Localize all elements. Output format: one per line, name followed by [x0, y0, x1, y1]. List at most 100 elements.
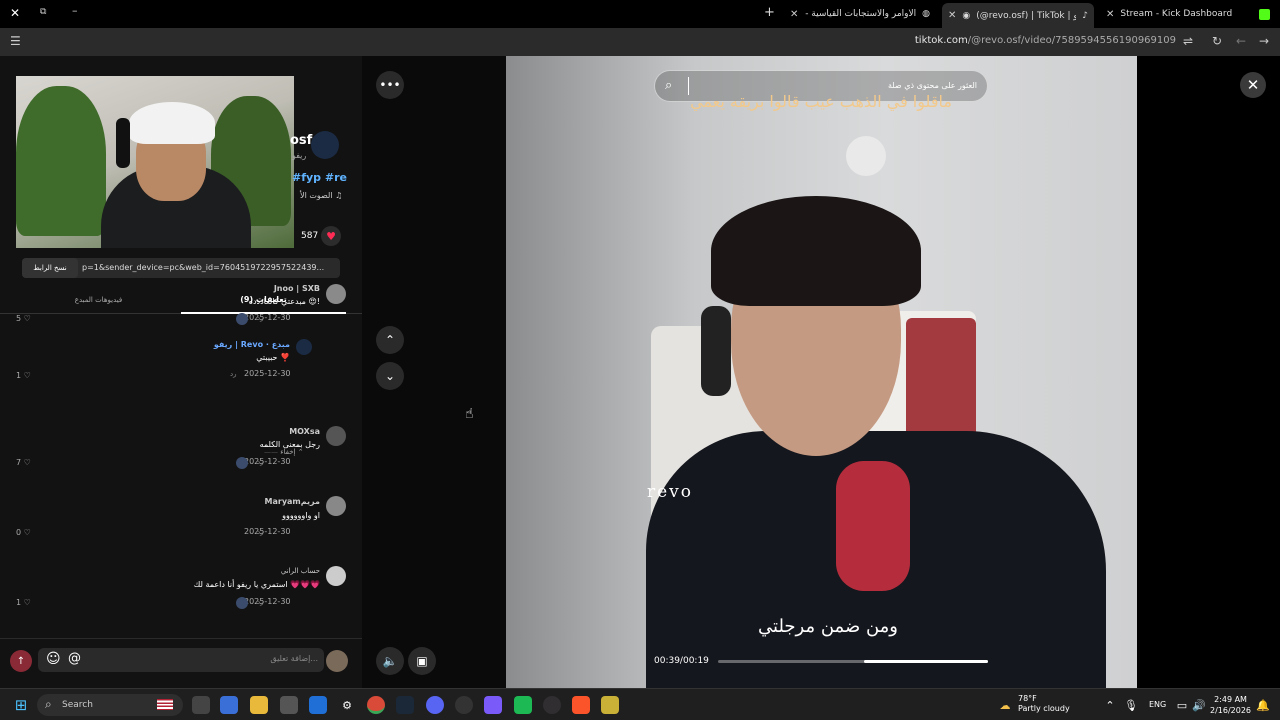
brave-icon[interactable] [572, 696, 590, 714]
like-count: 587 [301, 231, 319, 241]
video-player[interactable]: ⌕ العثور على محتوى ذي صلة ماقلوا في الذه… [506, 56, 1137, 688]
like-button[interactable]: ♥ [321, 226, 341, 246]
reply-button[interactable]: رد [257, 314, 264, 322]
gamepad-icon[interactable] [484, 696, 502, 714]
comments-panel: osf ريفو #fyp #re ♫ الصوت الأ 587 ♥ نسخ … [0, 56, 362, 688]
avatar[interactable] [326, 566, 346, 586]
comment-author[interactable]: Maryamمريم [265, 497, 320, 506]
author-name[interactable]: osf [290, 133, 312, 148]
comment-like-count[interactable]: 7 ♡ [16, 458, 31, 467]
obs-icon[interactable] [543, 696, 561, 714]
comment-item: Jnoo | SXB مبدعتي كالعاددده 😍! 2025-12-3… [0, 278, 362, 338]
forward-icon[interactable]: ← [1236, 34, 1246, 48]
author-nickname: ريفو [292, 151, 307, 160]
chrome-icon[interactable] [367, 696, 385, 714]
kick-icon [1259, 8, 1270, 20]
tab-tiktok[interactable]: ✕ ◉ (@revo.osf) | TikTok | ريفو ♪ [942, 3, 1094, 28]
avatar[interactable] [326, 426, 346, 446]
right-margin [1137, 56, 1280, 688]
comment-author[interactable]: ريفو | Revo · مبدع [214, 340, 290, 349]
comment-author[interactable]: MOXsa [289, 427, 320, 436]
reload-icon[interactable]: ↻ [1212, 34, 1222, 48]
emoji-icon[interactable]: ☺ [46, 651, 61, 667]
language-indicator[interactable]: ENG [1149, 700, 1166, 709]
app-yellow-icon[interactable] [601, 696, 619, 714]
avatar[interactable] [326, 496, 346, 516]
comment-like-count[interactable]: 1 ♡ [16, 598, 31, 607]
taskbar-search[interactable]: ⌕ Search [37, 694, 183, 716]
chevron-up-icon[interactable]: ⌃ [1101, 696, 1119, 714]
search-icon: ⌕ [45, 697, 52, 711]
close-window-icon[interactable]: ✕ [10, 6, 20, 20]
weather-widget[interactable]: 78°F Partly cloudy [1018, 694, 1070, 714]
reply-button[interactable]: رد [257, 458, 264, 466]
outlook-icon[interactable] [309, 696, 327, 714]
clock[interactable]: 2:49 AM 2/16/2026 [1210, 694, 1251, 716]
heart-outline-icon: ♡ [23, 371, 31, 380]
heart-outline-icon: ♡ [23, 458, 31, 467]
url-field[interactable]: tiktok.com/@revo.osf/video/7589594556190… [915, 35, 1176, 46]
reply-button[interactable]: رد [257, 528, 264, 536]
reply-button[interactable]: رد [257, 598, 264, 606]
mini-player-button[interactable]: ▣ [408, 647, 436, 675]
new-tab-icon[interactable]: + [764, 5, 775, 20]
restore-icon[interactable]: ⧉ [40, 7, 46, 17]
site-settings-icon[interactable]: ⇌ [1183, 34, 1193, 48]
next-video-button[interactable]: ⌄ [376, 362, 404, 390]
comment-author[interactable]: حساب الراني [281, 567, 320, 575]
comment-like-count[interactable]: 1 ♡ [16, 371, 31, 380]
more-options-button[interactable]: ••• [376, 71, 404, 99]
comment-input[interactable]: ☺ @ إضافة تعليق... [38, 648, 324, 672]
chevron-down-icon: ⌄ [384, 369, 396, 383]
previous-video-button[interactable]: ⌃ [376, 326, 404, 354]
comment-date: 2025-12-30 [244, 457, 291, 466]
microphone-icon[interactable]: 🎙 [1122, 696, 1140, 714]
menu-icon[interactable]: ☰ [10, 34, 21, 48]
back-icon[interactable]: → [1259, 34, 1269, 48]
store-icon[interactable] [280, 696, 298, 714]
copilot-icon[interactable] [220, 696, 238, 714]
reply-button[interactable]: رد [230, 370, 237, 378]
comment-item: حساب الراني استمري يا ريفو أنا داعمة لك … [0, 562, 362, 622]
close-tab-icon[interactable]: ✕ [1106, 9, 1114, 20]
hashtags[interactable]: #fyp #re [292, 171, 347, 184]
volume-icon[interactable]: 🔊 [1190, 696, 1208, 714]
windows-start-icon[interactable]: ⊞ [12, 696, 30, 714]
comment-like-count[interactable]: 0 ♡ [16, 528, 31, 537]
app-icon[interactable] [455, 696, 473, 714]
weather-desc: Partly cloudy [1018, 704, 1070, 713]
app-green-icon[interactable] [514, 696, 532, 714]
music-label[interactable]: ♫ الصوت الأ [300, 191, 342, 200]
heart-outline-icon: ♡ [23, 314, 31, 323]
steam-icon[interactable] [396, 696, 414, 714]
heart-outline-icon: ♡ [23, 528, 31, 537]
avatar[interactable] [296, 339, 312, 355]
post-comment-button[interactable]: ↑ [10, 650, 32, 672]
tab-search[interactable]: ✕ الأوامر والاستجابات القياسية - بحث ◍ [784, 3, 936, 25]
minimize-icon[interactable]: – [72, 4, 78, 17]
comment-like-count[interactable]: 5 ♡ [16, 314, 31, 323]
close-tab-icon[interactable]: ✕ [790, 9, 798, 20]
volume-button[interactable]: 🔈 [376, 647, 404, 675]
share-url: p=1&sender_device=pc&web_id=760451972295… [82, 263, 325, 272]
comment-date: 2025-12-30 [244, 313, 291, 322]
comment-reply: ريفو | Revo · مبدع حبيبتي ❣️ 2025-12-30 … [0, 336, 362, 396]
comment-item: MOXsa رجل بمعنى الكلمه 2025-12-30 رد [0, 422, 362, 482]
task-view-icon[interactable] [192, 696, 210, 714]
author-avatar[interactable] [311, 131, 339, 159]
notification-icon[interactable]: 🔔 [1254, 696, 1272, 714]
browser-titlebar: ✕ ⧉ – ✕ Stream - Kick Dashboard ✕ ◉ (@re… [0, 0, 1280, 28]
video-progress-bar[interactable] [718, 660, 988, 663]
discord-icon[interactable] [426, 696, 444, 714]
close-video-button[interactable]: ✕ [1240, 72, 1266, 98]
tab-kick[interactable]: ✕ Stream - Kick Dashboard [1100, 3, 1276, 25]
settings-gear-icon[interactable]: ⚙ [338, 696, 356, 714]
like-number: 0 [16, 528, 22, 537]
avatar[interactable] [326, 284, 346, 304]
copy-link-button[interactable]: نسخ الرابط [22, 258, 78, 278]
network-icon[interactable]: ▭ [1173, 696, 1191, 714]
close-tab-icon[interactable]: ✕ [948, 10, 956, 21]
mention-icon[interactable]: @ [68, 651, 81, 666]
comment-author[interactable]: Jnoo | SXB [274, 284, 320, 293]
file-explorer-icon[interactable] [250, 696, 268, 714]
